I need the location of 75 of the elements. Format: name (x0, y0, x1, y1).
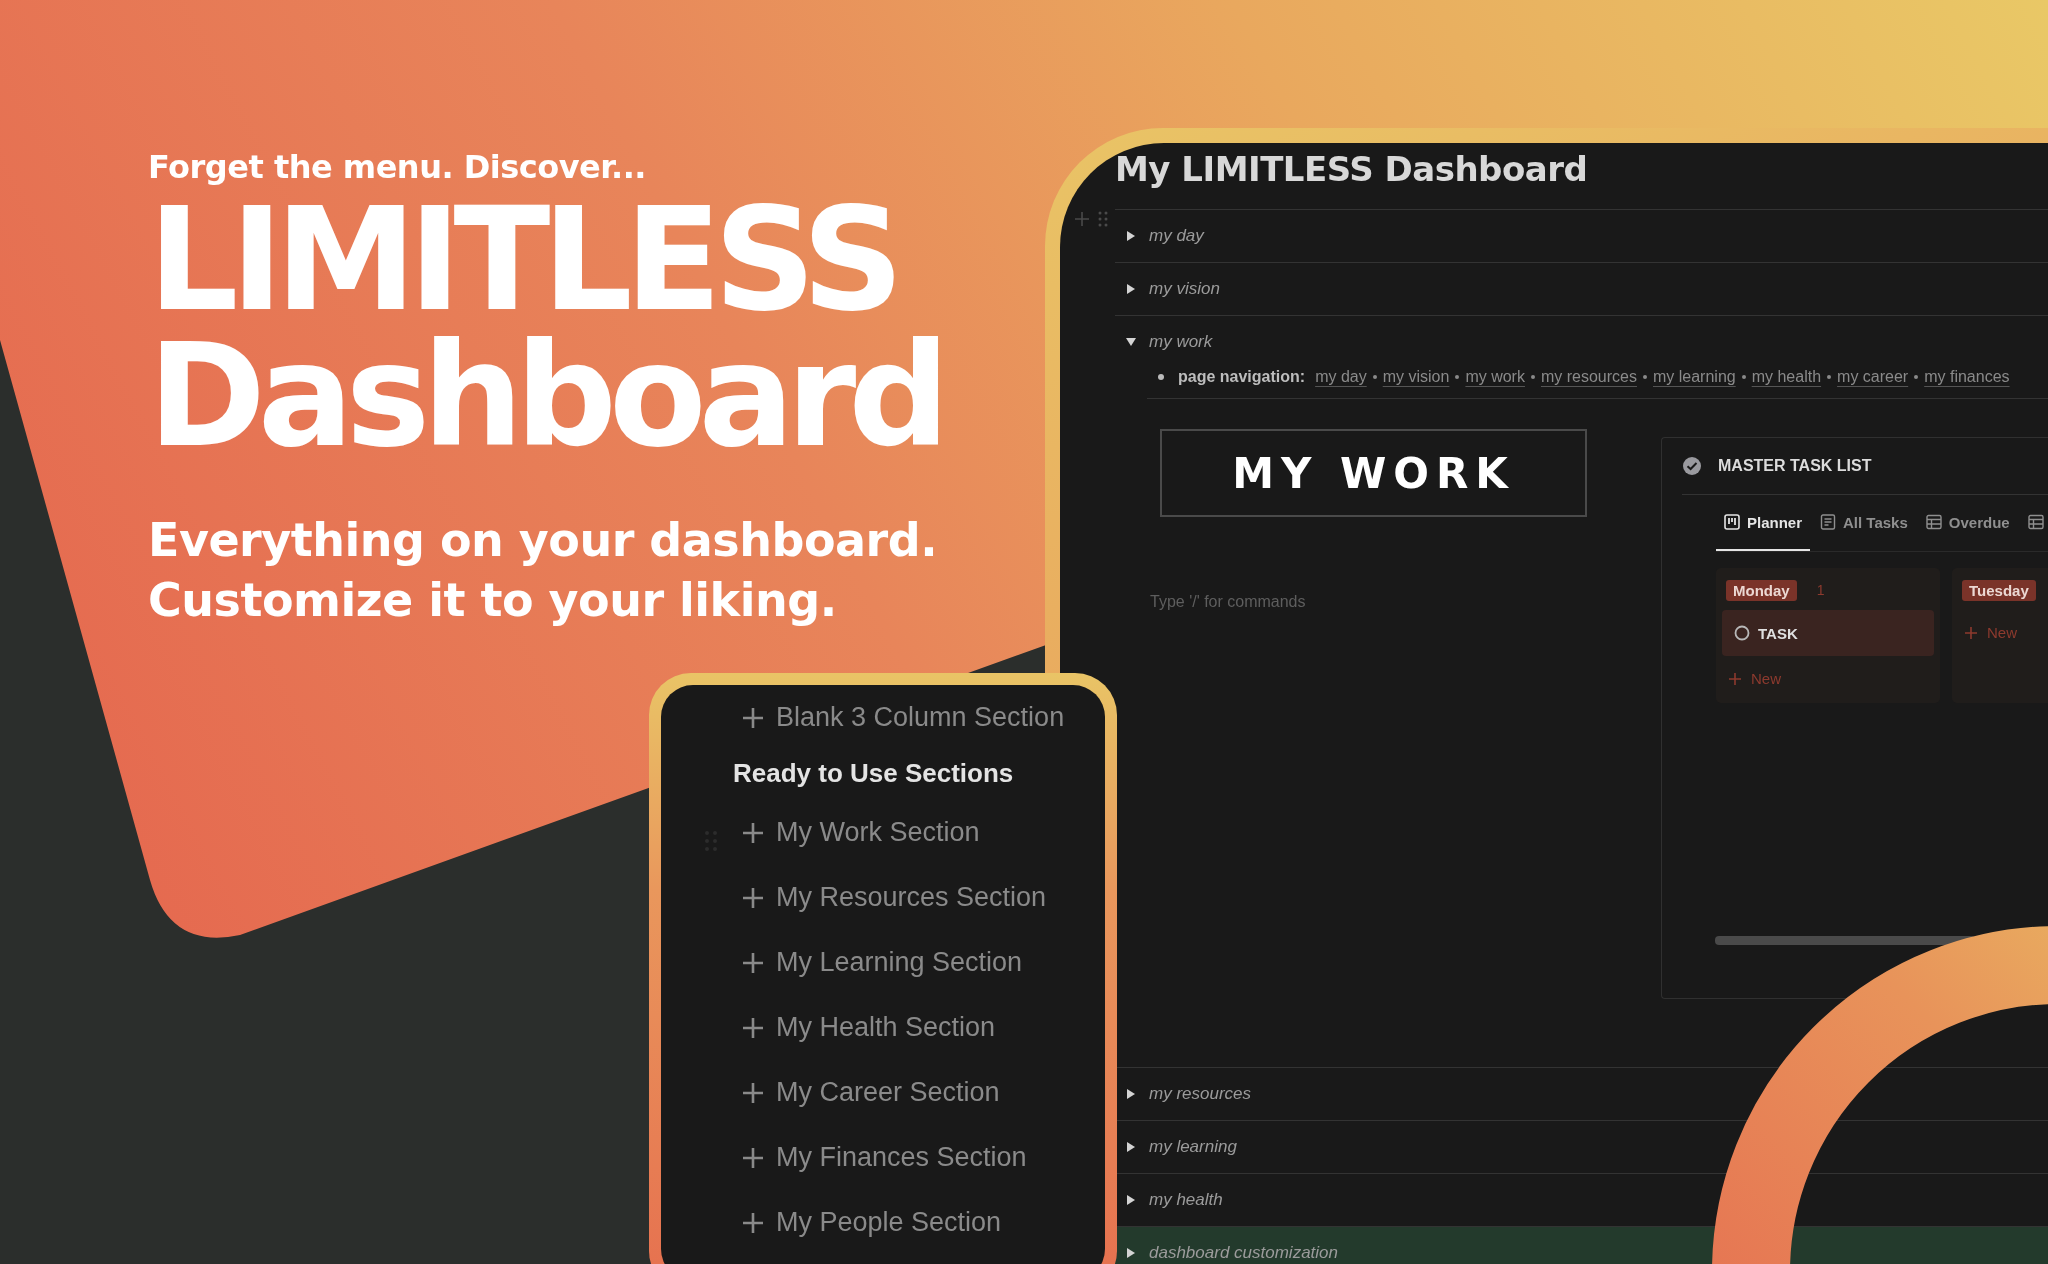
view-tab[interactable]: Planner (1716, 495, 1811, 551)
add-section-item[interactable]: My Health Section (661, 995, 1105, 1060)
separator-dot (1827, 375, 1832, 379)
add-section-item[interactable]: My Career Section (661, 1060, 1105, 1125)
view-tab[interactable]: Overdue (1917, 495, 2018, 551)
navigation-link[interactable]: my day (1315, 368, 1367, 386)
group-count: 1 (1816, 582, 1825, 598)
toggle-triangle-icon[interactable] (1125, 1088, 1137, 1100)
bullet-icon (1158, 374, 1164, 380)
plus-icon (742, 821, 764, 844)
navigation-link[interactable]: my career (1837, 368, 1909, 386)
toggle-triangle-icon[interactable] (1125, 283, 1137, 295)
board-icon (1724, 514, 1740, 530)
view-tab[interactable]: All Tasks (1812, 495, 1916, 551)
separator-dot (1455, 375, 1460, 379)
navigation-link[interactable]: my resources (1540, 368, 1637, 386)
plus-icon (1964, 625, 1978, 640)
toggle-triangle-icon[interactable] (1125, 1141, 1137, 1153)
separator-dot (1741, 375, 1746, 379)
group-tag: Monday (1726, 579, 1797, 601)
toggle-label[interactable]: my day (1149, 226, 1204, 246)
hero-kicker: Forget the menu. Discover... (148, 148, 647, 186)
page-title: My LIMITLESS Dashboard (1115, 148, 1589, 191)
task-list-title: MASTER TASK LIST (1718, 457, 1872, 475)
navigation-link[interactable]: my finances (1924, 368, 2010, 386)
plus-icon (742, 1016, 764, 1039)
task-title: TASK (1758, 624, 1798, 642)
toggle-label[interactable]: my work (1149, 332, 1213, 352)
toggle-label[interactable]: my resources (1149, 1084, 1252, 1104)
navigation-link[interactable]: my health (1751, 368, 1822, 386)
command-placeholder[interactable]: Type '/' for commands (1150, 593, 1661, 611)
list-icon (1820, 514, 1837, 530)
toggle-label[interactable]: my health (1149, 1190, 1223, 1210)
group-tag: Tuesday (1962, 579, 2036, 601)
check-circle-icon (1682, 456, 1702, 476)
task-card[interactable]: TASK (1722, 610, 1934, 656)
separator-dot (1372, 375, 1377, 379)
add-section-item[interactable]: Blank 3 Column Section (661, 685, 1105, 750)
drag-handle-icon[interactable] (1098, 211, 1108, 227)
plus-icon (742, 706, 764, 729)
navigation-link[interactable]: my learning (1653, 368, 1736, 386)
highlighted-toggle-row[interactable]: dashboard customization (1115, 1226, 2048, 1264)
hero-title: LIMITLESS (148, 192, 896, 328)
plus-icon (742, 1146, 764, 1169)
toggle-triangle-icon[interactable] (1125, 336, 1137, 348)
toggle-triangle-icon[interactable] (1125, 1194, 1137, 1206)
plus-icon (742, 951, 764, 974)
table-icon (1925, 514, 1942, 530)
add-section-item[interactable]: My Learning Section (661, 930, 1105, 995)
plus-icon (742, 1211, 764, 1234)
add-section-item[interactable]: My Work Section (661, 800, 1105, 865)
add-section-item[interactable]: My Finances Section (661, 1125, 1105, 1190)
toggle-triangle-icon[interactable] (1125, 1247, 1137, 1259)
toggle-label[interactable]: dashboard customization (1149, 1243, 1338, 1263)
add-section-item[interactable]: My People Section (661, 1190, 1105, 1255)
hero-title: Dashboard (148, 328, 942, 464)
section-banner: MY WORK (1160, 429, 1587, 517)
plus-icon (1728, 671, 1742, 686)
plus-icon (742, 1081, 764, 1104)
add-section-item[interactable]: My Resources Section (661, 865, 1105, 930)
toggle-triangle-icon[interactable] (1125, 230, 1137, 242)
plus-icon (742, 886, 764, 909)
circle-icon (1734, 625, 1750, 641)
menu-heading: Ready to Use Sections (732, 756, 1015, 790)
toggle-label[interactable]: my learning (1149, 1137, 1237, 1157)
separator-dot (1530, 375, 1535, 379)
separator-dot (1643, 375, 1647, 379)
navigation-link[interactable]: my work (1465, 368, 1525, 386)
hero-subtitle: Customize it to your liking. (148, 572, 838, 629)
toggle-label[interactable]: my vision (1149, 279, 1220, 299)
separator-dot (1914, 375, 1919, 379)
navigation-label: page navigation: (1178, 368, 1306, 386)
hero-subtitle: Everything on your dashboard. (148, 512, 939, 569)
navigation-link[interactable]: my vision (1382, 368, 1450, 386)
table-icon (2027, 514, 2044, 530)
